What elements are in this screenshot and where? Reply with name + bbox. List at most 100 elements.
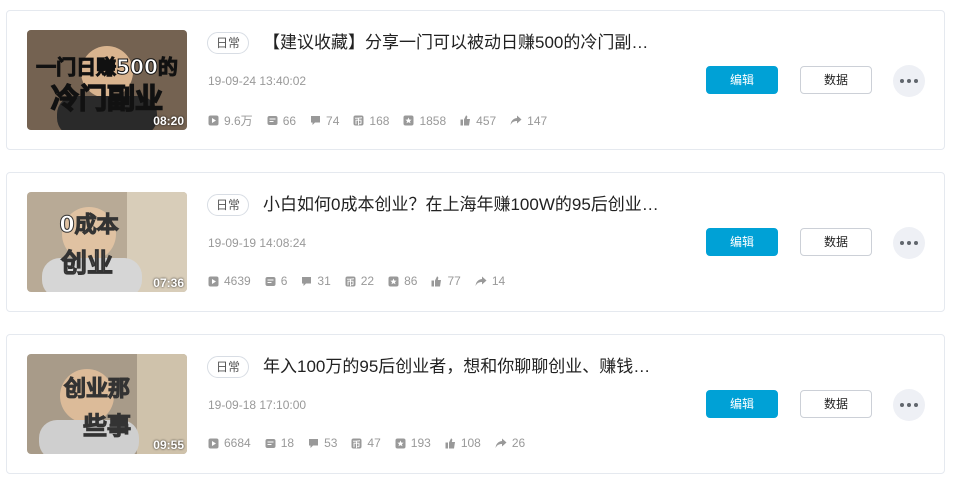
stat-likes: 457 <box>460 112 496 129</box>
more-icon <box>900 241 918 245</box>
coin-icon: 币 <box>345 276 356 287</box>
more-icon <box>900 403 918 407</box>
stat-value: 457 <box>476 113 497 128</box>
stat-coins: 币 168 <box>353 112 389 129</box>
publish-time: 19-09-19 14:08:24 <box>208 236 307 250</box>
publish-time: 19-09-18 17:10:00 <box>208 398 307 412</box>
stat-plays: 6684 <box>208 436 251 450</box>
comment-icon <box>311 116 321 125</box>
more-button[interactable] <box>893 389 925 421</box>
stat-value: 53 <box>324 436 338 450</box>
play-icon <box>208 438 219 448</box>
stats-row: 6684 18 53 币 47 193 108 26 <box>208 436 539 450</box>
thumb-text-bottom: 创业 <box>60 249 113 279</box>
stat-danmaku: 6 <box>265 274 287 288</box>
video-card: 创业那 些事 09:55 日常 年入100万的95后创业者，想和你聊聊创业、赚钱… <box>6 334 945 474</box>
coin-icon: 币 <box>353 115 364 126</box>
stat-plays: 4639 <box>208 274 251 288</box>
share-icon <box>495 438 507 448</box>
stat-favorites: 86 <box>388 274 417 288</box>
svg-text:币: 币 <box>346 277 354 287</box>
coin-icon: 币 <box>351 438 362 449</box>
stat-value: 26 <box>511 436 526 450</box>
video-duration: 09:55 <box>153 438 184 452</box>
like-icon <box>460 115 471 126</box>
stat-likes: 108 <box>445 436 481 450</box>
thumb-text-top: 一门日赚500的 <box>36 55 178 79</box>
stats-row: 4639 6 31 币 22 86 77 14 <box>208 274 519 288</box>
stat-comments: 74 <box>310 112 339 129</box>
stat-shares: 26 <box>495 436 525 450</box>
category-badge: 日常 <box>207 32 250 54</box>
danmaku-icon <box>265 276 276 286</box>
stat-danmaku: 18 <box>265 436 294 450</box>
stat-favorites: 1858 <box>403 112 446 129</box>
stat-value: 22 <box>360 274 375 288</box>
stat-danmaku: 66 <box>267 112 296 129</box>
stat-value: 147 <box>527 113 548 128</box>
stat-comments: 31 <box>301 274 331 288</box>
play-icon <box>208 115 219 126</box>
stat-shares: 14 <box>475 274 505 288</box>
comment-icon <box>309 438 319 448</box>
stat-value: 1858 <box>419 113 447 128</box>
svg-text:币: 币 <box>353 439 361 449</box>
thumb-text-top: 创业那 <box>63 377 130 402</box>
play-icon <box>208 276 219 286</box>
stat-likes: 77 <box>431 274 461 288</box>
stat-value: 86 <box>404 274 418 288</box>
thumb-text-bottom: 些事 <box>83 412 131 440</box>
more-button[interactable] <box>893 227 925 259</box>
stat-value: 66 <box>282 113 297 128</box>
video-thumbnail[interactable]: 创业那 些事 09:55 <box>27 354 187 454</box>
data-button[interactable]: 数据 <box>800 66 872 94</box>
category-badge: 日常 <box>207 194 250 216</box>
stat-value: 4639 <box>224 274 251 288</box>
thumb-text-bottom: 冷门副业 <box>51 82 163 115</box>
category-badge: 日常 <box>207 356 250 378</box>
stat-comments: 53 <box>308 436 337 450</box>
edit-button[interactable]: 编辑 <box>706 390 778 418</box>
share-icon <box>510 115 522 125</box>
video-duration: 07:36 <box>153 276 184 290</box>
stat-value: 77 <box>447 274 461 288</box>
video-thumbnail[interactable]: 0成本 创业 07:36 <box>27 192 187 292</box>
video-title[interactable]: 年入100万的95后创业者，想和你聊聊创业、赚钱… <box>263 355 688 379</box>
stat-value: 18 <box>280 436 295 450</box>
stat-value: 47 <box>367 436 381 450</box>
video-card: 0成本 创业 07:36 日常 小白如何0成本创业？在上海年赚100W的95后创… <box>6 172 945 312</box>
edit-button[interactable]: 编辑 <box>706 66 778 94</box>
favorite-icon <box>395 438 406 448</box>
comment-icon <box>302 276 312 286</box>
stat-favorites: 193 <box>395 436 431 450</box>
danmaku-icon <box>265 438 276 448</box>
data-button[interactable]: 数据 <box>800 390 872 418</box>
stat-value: 193 <box>410 436 431 450</box>
favorite-icon <box>403 115 414 126</box>
data-button[interactable]: 数据 <box>800 228 872 256</box>
video-title[interactable]: 【建议收藏】分享一门可以被动日赚500的冷门副… <box>263 31 688 55</box>
edit-button[interactable]: 编辑 <box>706 228 778 256</box>
publish-time: 19-09-24 13:40:02 <box>208 74 307 88</box>
stat-value: 6684 <box>224 436 251 450</box>
stat-value: 14 <box>491 274 506 288</box>
svg-text:币: 币 <box>355 116 363 126</box>
favorite-icon <box>388 276 399 286</box>
share-icon <box>475 276 487 286</box>
like-icon <box>445 438 455 448</box>
more-button[interactable] <box>893 65 925 97</box>
stat-value: 31 <box>317 274 331 288</box>
like-icon <box>431 276 442 286</box>
stat-coins: 币 22 <box>345 274 374 288</box>
video-card: 一门日赚500的 冷门副业 08:20 日常 【建议收藏】分享一门可以被动日赚5… <box>6 10 945 150</box>
more-icon <box>900 79 918 83</box>
video-thumbnail[interactable]: 一门日赚500的 冷门副业 08:20 <box>27 30 187 130</box>
danmaku-icon <box>267 116 278 125</box>
stat-coins: 币 47 <box>351 436 381 450</box>
stat-value: 108 <box>460 436 481 450</box>
stat-value: 9.6万 <box>224 114 253 128</box>
stats-row: 9.6万 66 74 币 168 1858 457 147 <box>208 112 561 129</box>
stat-value: 168 <box>369 113 390 128</box>
video-title[interactable]: 小白如何0成本创业？在上海年赚100W的95后创业… <box>263 193 688 217</box>
stat-value: 74 <box>326 113 340 128</box>
